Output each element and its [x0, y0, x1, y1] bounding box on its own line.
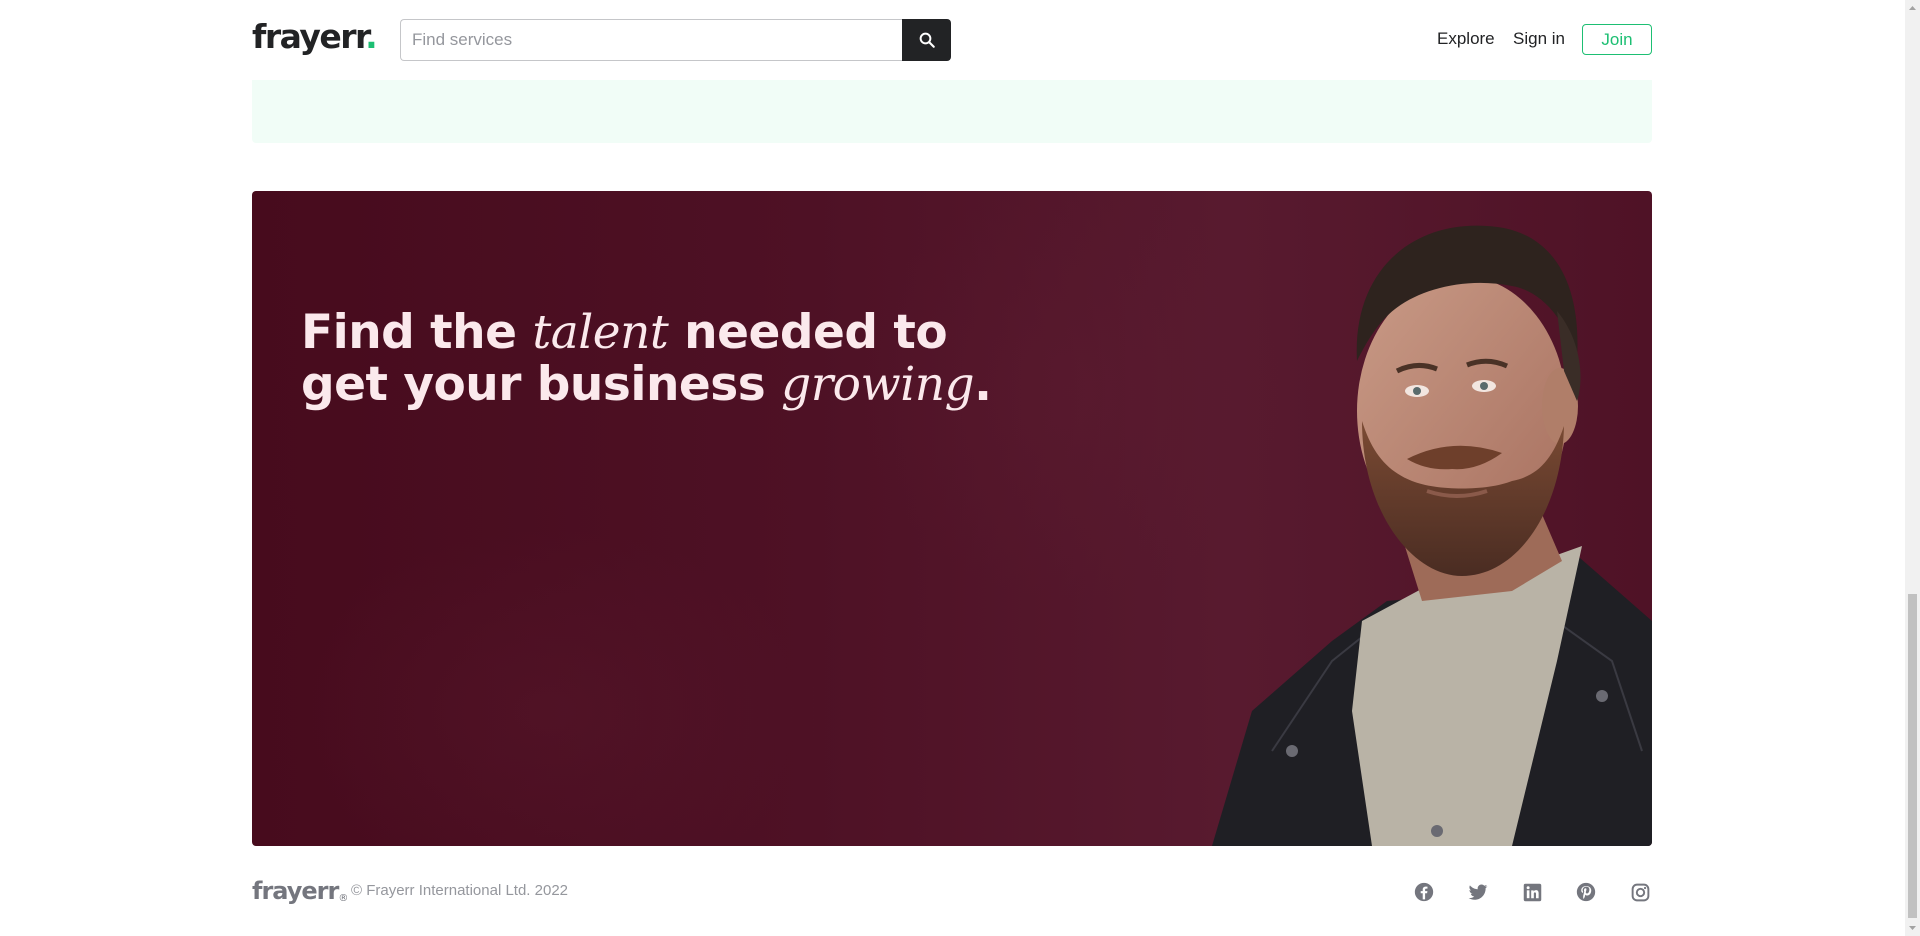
- logo-text: frayerr: [252, 17, 367, 56]
- facebook-icon: [1414, 882, 1434, 902]
- headline-part: Find the: [301, 305, 533, 360]
- nav-signin-link[interactable]: Sign in: [1513, 24, 1565, 54]
- scroll-up-arrow-icon[interactable]: [1905, 0, 1920, 17]
- scroll-down-arrow-icon[interactable]: [1905, 919, 1920, 936]
- copyright-text: © Frayerr International Ltd. 2022: [351, 882, 569, 899]
- footer-logo[interactable]: frayerr®: [252, 876, 348, 914]
- search-icon: [919, 32, 935, 48]
- linkedin-icon: [1523, 883, 1541, 901]
- mint-band: [252, 80, 1652, 143]
- headline-emphasis: talent: [532, 305, 669, 360]
- twitter-link[interactable]: [1466, 880, 1490, 904]
- search-form: [400, 19, 951, 61]
- footer-logo-text: frayerr: [252, 877, 339, 905]
- headline-emphasis: growing: [781, 357, 975, 412]
- join-button[interactable]: Join: [1582, 24, 1652, 55]
- facebook-link[interactable]: [1412, 880, 1436, 904]
- logo-dot: .: [365, 17, 378, 56]
- man-portrait-image: [1212, 225, 1652, 846]
- site-header: frayerr. Explore Sign in Join: [0, 0, 1905, 79]
- search-button[interactable]: [902, 19, 951, 61]
- page-scrollbar[interactable]: [1905, 0, 1920, 936]
- pinterest-icon: [1576, 882, 1596, 902]
- linkedin-link[interactable]: [1520, 880, 1544, 904]
- banner-headline: Find the talent needed to get your busin…: [301, 305, 992, 412]
- scrollbar-thumb[interactable]: [1908, 594, 1917, 918]
- footer-logo-mark: ®: [338, 893, 348, 904]
- frayerr-logo[interactable]: frayerr.: [252, 17, 378, 57]
- search-input[interactable]: [400, 19, 902, 61]
- headline-part: .: [974, 357, 992, 412]
- pinterest-link[interactable]: [1574, 880, 1598, 904]
- headline-part: get your business: [301, 357, 782, 412]
- hero-banner: Find the talent needed to get your busin…: [252, 191, 1652, 846]
- nav-explore-link[interactable]: Explore: [1437, 24, 1495, 54]
- headline-part: needed to: [668, 305, 948, 360]
- instagram-icon: [1631, 883, 1649, 901]
- instagram-link[interactable]: [1628, 880, 1652, 904]
- twitter-icon: [1468, 884, 1488, 900]
